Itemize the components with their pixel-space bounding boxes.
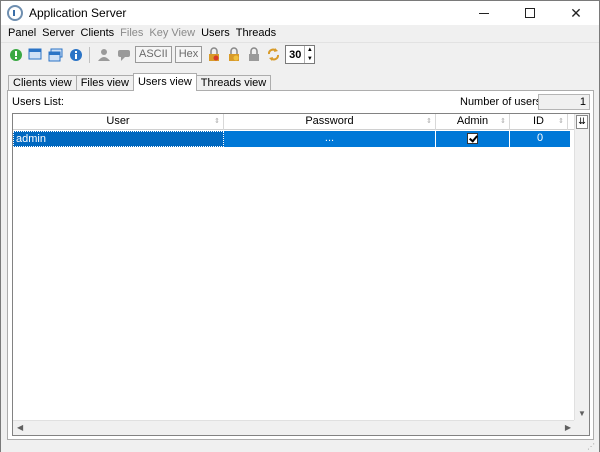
toolbar-separator (89, 46, 90, 63)
toolbar: ASCII Hex 30 ▲ ▼ (1, 42, 599, 66)
status-bar: ⋰ (1, 441, 599, 452)
lock-gray-icon[interactable] (245, 46, 262, 63)
lock-red-icon[interactable] (205, 46, 222, 63)
column-header-user[interactable]: User ⇕ (13, 114, 224, 130)
tab-files-view[interactable]: Files view (75, 75, 134, 91)
refresh-interval-value[interactable]: 30 (286, 49, 304, 61)
number-of-users-value: 1 (538, 94, 590, 110)
vertical-scrollbar[interactable]: ⇊ ▼ (574, 114, 589, 420)
column-user-label: User (106, 115, 130, 127)
grid-header: User ⇕ Password ⇕ Admin ⇕ ID ⇕ (13, 114, 575, 130)
cell-user[interactable]: admin (13, 131, 224, 147)
cell-password[interactable]: ... (224, 131, 436, 147)
window-title: Application Server (29, 6, 127, 20)
hex-toggle[interactable]: Hex (174, 46, 203, 63)
column-id-label: ID (533, 115, 544, 127)
scroll-down-icon[interactable]: ▼ (578, 409, 586, 418)
tab-strip: Clients view Files view Users view Threa… (8, 73, 272, 91)
close-icon: ✕ (570, 4, 582, 21)
lock-gold-icon[interactable] (225, 46, 242, 63)
user-icon[interactable] (95, 46, 112, 63)
column-header-password[interactable]: Password ⇕ (224, 114, 436, 130)
column-header-admin[interactable]: Admin ⇕ (436, 114, 510, 130)
column-password-label: Password (305, 115, 354, 127)
sort-icon: ⇕ (500, 118, 506, 125)
column-chooser-button[interactable]: ⇊ (576, 115, 588, 129)
chat-icon[interactable] (115, 46, 132, 63)
close-button[interactable]: ✕ (553, 1, 599, 25)
scroll-corner (574, 420, 589, 435)
users-list-label: Users List: (12, 96, 64, 108)
window-icon[interactable] (27, 46, 44, 63)
admin-checkbox[interactable] (467, 133, 478, 144)
ascii-toggle[interactable]: ASCII (135, 46, 172, 63)
windows-icon[interactable] (47, 46, 64, 63)
sort-icon: ⇕ (426, 118, 432, 125)
column-chooser-icon: ⇊ (578, 116, 586, 126)
scroll-right-icon[interactable]: ▶ (565, 423, 571, 432)
horizontal-scrollbar[interactable]: ◀ ▶ (13, 420, 575, 435)
menu-key-view[interactable]: Key View (146, 25, 198, 42)
menu-bar: Panel Server Clients Files Key View User… (1, 25, 599, 42)
minimize-icon (479, 12, 489, 14)
sort-icon: ⇕ (214, 118, 220, 125)
number-of-users-label: Number of users: (460, 96, 545, 108)
title-bar[interactable]: Application Server ✕ (1, 1, 599, 25)
table-row[interactable]: admin ... 0 (13, 131, 571, 147)
users-view-panel: Users List: Number of users: 1 User ⇕ Pas… (7, 90, 594, 440)
refresh-interval-stepper[interactable]: 30 ▲ ▼ (285, 45, 316, 64)
menu-clients[interactable]: Clients (78, 25, 118, 42)
menu-files[interactable]: Files (117, 25, 146, 42)
maximize-icon (525, 8, 535, 18)
minimize-button[interactable] (461, 1, 507, 25)
column-header-id[interactable]: ID ⇕ (510, 114, 568, 130)
refresh-icon[interactable] (265, 46, 282, 63)
menu-panel[interactable]: Panel (5, 25, 39, 42)
stepper-up-icon[interactable]: ▲ (305, 46, 314, 55)
stepper-buttons[interactable]: ▲ ▼ (304, 46, 314, 63)
start-server-icon[interactable] (7, 46, 24, 63)
users-grid[interactable]: User ⇕ Password ⇕ Admin ⇕ ID ⇕ admin ... 0 ⇊… (12, 113, 590, 436)
sort-icon: ⇕ (558, 118, 564, 125)
menu-server[interactable]: Server (39, 25, 77, 42)
column-admin-label: Admin (456, 115, 489, 127)
menu-threads[interactable]: Threads (233, 25, 279, 42)
application-window: Application Server ✕ Panel Server Client… (0, 0, 600, 452)
tab-threads-view[interactable]: Threads view (195, 75, 272, 91)
cell-id[interactable]: 0 (510, 131, 571, 147)
scroll-left-icon[interactable]: ◀ (17, 423, 23, 432)
app-icon (7, 5, 23, 21)
info-icon[interactable] (67, 46, 84, 63)
stepper-down-icon[interactable]: ▼ (305, 55, 314, 64)
cell-admin[interactable] (436, 131, 510, 147)
tab-clients-view[interactable]: Clients view (8, 75, 77, 91)
tab-users-view[interactable]: Users view (132, 73, 197, 91)
maximize-button[interactable] (507, 1, 553, 25)
resize-grip-icon[interactable]: ⋰ (587, 442, 597, 451)
menu-users[interactable]: Users (198, 25, 233, 42)
